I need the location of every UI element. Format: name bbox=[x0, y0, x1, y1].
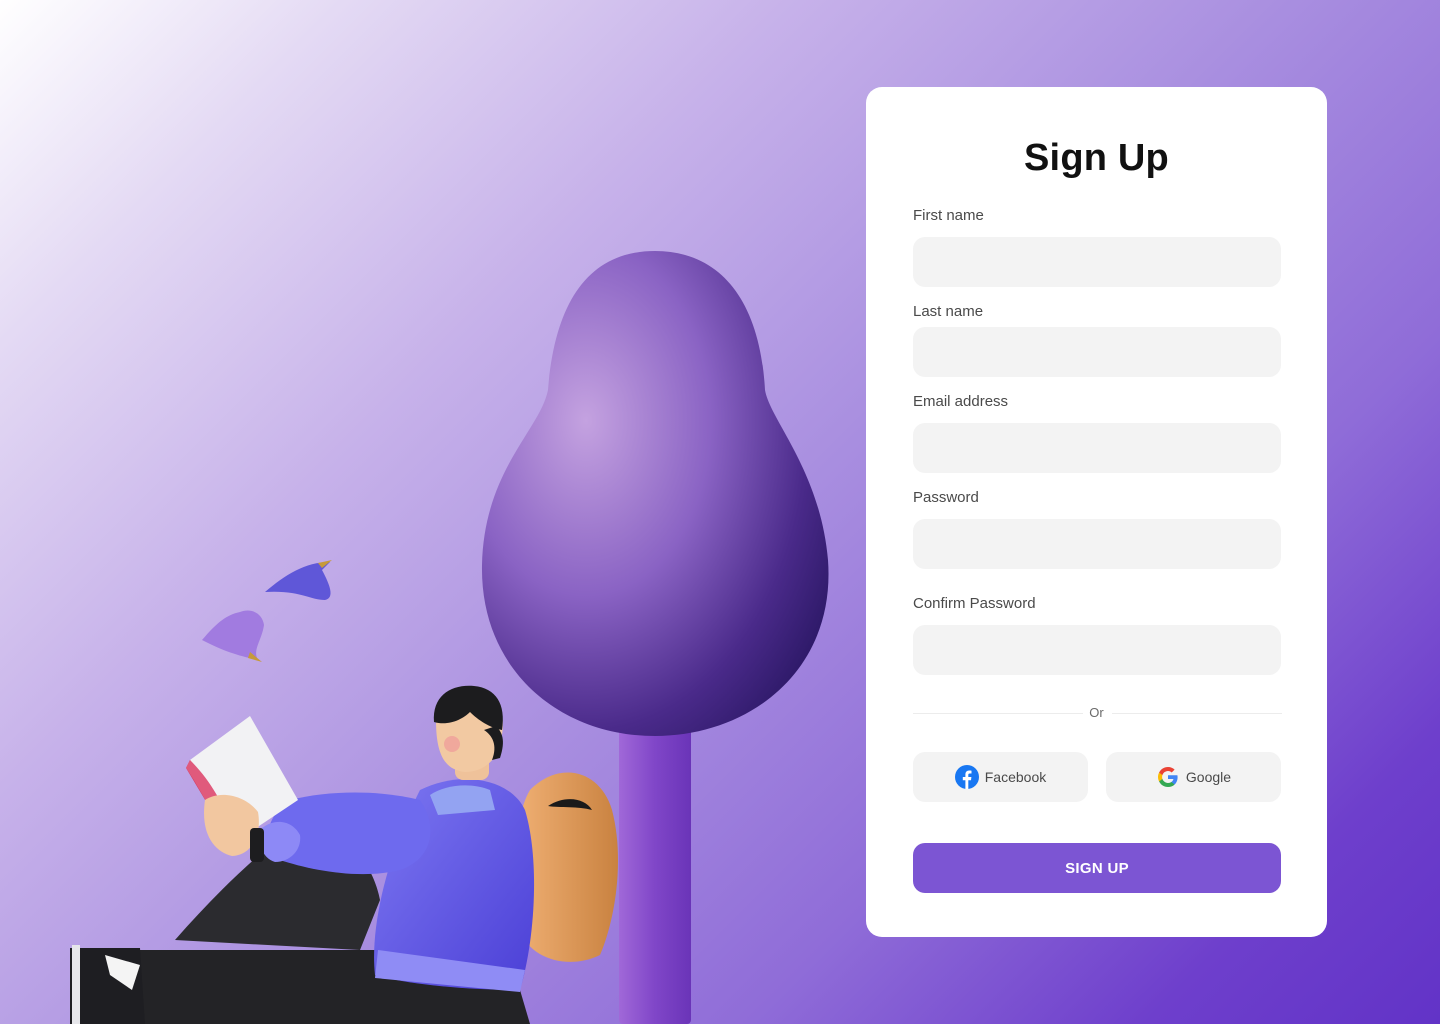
password-label: Password bbox=[913, 489, 979, 506]
confirm-password-field[interactable] bbox=[913, 625, 1281, 675]
confirm-password-label: Confirm Password bbox=[913, 595, 1036, 612]
google-icon bbox=[1156, 765, 1180, 789]
hero-illustration bbox=[70, 251, 829, 1024]
password-field[interactable] bbox=[913, 519, 1281, 569]
email-field[interactable] bbox=[913, 423, 1281, 473]
facebook-icon bbox=[954, 765, 979, 789]
page-title: Sign Up bbox=[1024, 137, 1169, 179]
first-name-field[interactable] bbox=[913, 237, 1281, 287]
or-divider: Or bbox=[866, 705, 1327, 720]
last-name-field[interactable] bbox=[913, 327, 1281, 377]
person-reading-illustration bbox=[70, 685, 619, 1024]
last-name-label: Last name bbox=[913, 303, 984, 320]
email-label: Email address bbox=[913, 393, 1009, 410]
google-signup-button[interactable]: Google bbox=[1106, 752, 1281, 802]
first-name-label: First name bbox=[913, 207, 984, 224]
bird-icon bbox=[202, 610, 264, 662]
signup-card: Sign Up First name Last name Email addre… bbox=[866, 87, 1327, 937]
facebook-signup-button[interactable]: Facebook bbox=[913, 752, 1088, 802]
bird-icon bbox=[265, 560, 332, 600]
google-label: Google bbox=[1185, 769, 1232, 785]
facebook-label: Facebook bbox=[984, 769, 1047, 785]
sign-up-button[interactable]: SIGN UP bbox=[913, 843, 1281, 893]
or-divider-label: Or bbox=[1083, 705, 1110, 720]
